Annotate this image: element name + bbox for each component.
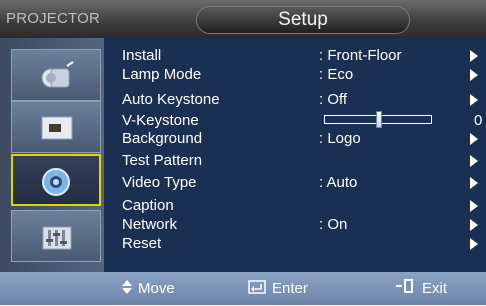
- menu-title: Setup: [278, 9, 328, 30]
- sidebar-item-screen[interactable]: [11, 101, 101, 153]
- chevron-right-icon: [470, 69, 478, 81]
- chevron-right-icon: [470, 133, 478, 145]
- menu-list: Install : Front-Floor Lamp Mode : Eco Au…: [104, 38, 486, 272]
- enter-label: Enter: [272, 280, 308, 297]
- exit-label: Exit: [422, 280, 448, 297]
- menu-item-label: Caption: [122, 197, 174, 214]
- sidebar-item-setup[interactable]: [11, 154, 101, 206]
- osd-menu: PROJECTOR Setup Install: Front-Floor La…: [0, 0, 486, 305]
- title-pill: Setup: [196, 6, 410, 34]
- menu-item-value: : Off: [319, 91, 348, 108]
- move-label: Move: [138, 280, 175, 297]
- chevron-right-icon: [470, 238, 478, 250]
- chevron-right-icon: [470, 200, 478, 212]
- chevron-right-icon: [470, 155, 478, 167]
- sidebar: [0, 38, 104, 272]
- menu-item-v-keystone[interactable]: V-Keystone 0: [104, 111, 486, 131]
- menu-item-caption[interactable]: Caption: [104, 196, 486, 216]
- sidebar-item-sound[interactable]: [11, 210, 101, 262]
- menu-item-label: Test Pattern: [122, 152, 203, 169]
- menu-item-background[interactable]: Background : Logo: [104, 129, 486, 149]
- menu-item-label: Lamp Mode: [122, 66, 202, 83]
- slider-value: 0: [474, 112, 483, 129]
- updown-arrows-icon: [122, 273, 132, 306]
- menu-item-install[interactable]: Install : Front-Floor: [104, 46, 486, 66]
- equalizer-icon: [42, 226, 72, 250]
- chevron-right-icon: [470, 219, 478, 231]
- display-screen-icon: [41, 116, 73, 140]
- menu-item-value: : Eco: [319, 66, 354, 83]
- menu-item-value: : Logo: [319, 130, 361, 147]
- projector-lens-icon: [41, 61, 74, 88]
- exit-hint: Exit: [396, 272, 447, 305]
- v-keystone-slider[interactable]: [324, 111, 432, 128]
- chevron-right-icon: [470, 177, 478, 189]
- menu-item-reset[interactable]: Reset: [104, 234, 486, 254]
- menu-item-auto-keystone[interactable]: Auto Keystone : Off: [104, 90, 486, 110]
- menu-item-label: Auto Keystone: [122, 91, 220, 108]
- brand-label: PROJECTOR: [6, 10, 101, 27]
- menu-item-label: Reset: [122, 235, 162, 252]
- footer-bar: Move Enter Exit: [0, 272, 486, 305]
- menu-item-lamp-mode[interactable]: Lamp Mode : Eco: [104, 65, 486, 85]
- exit-door-icon: [396, 273, 416, 306]
- menu-item-value: : On: [319, 216, 348, 233]
- menu-item-label: Video Type: [122, 174, 197, 191]
- enter-icon: [248, 273, 266, 306]
- menu-item-network[interactable]: Network : On: [104, 215, 486, 235]
- menu-item-label: Network: [122, 216, 178, 233]
- slider-thumb[interactable]: [376, 111, 382, 128]
- menu-item-label: V-Keystone: [122, 112, 199, 129]
- move-hint: Move: [122, 272, 175, 305]
- menu-item-video-type[interactable]: Video Type : Auto: [104, 173, 486, 193]
- menu-item-label: Install: [122, 47, 162, 64]
- header-bar: PROJECTOR Setup: [0, 0, 486, 38]
- menu-item-label: Background: [122, 130, 203, 147]
- menu-item-value: : Auto: [319, 174, 358, 191]
- chevron-right-icon: [470, 50, 478, 62]
- menu-item-test-pattern[interactable]: Test Pattern: [104, 151, 486, 171]
- chevron-right-icon: [470, 94, 478, 106]
- menu-item-value: : Front-Floor: [319, 47, 402, 64]
- sidebar-item-picture[interactable]: [11, 49, 101, 101]
- gear-icon: [42, 168, 70, 196]
- enter-hint: Enter: [248, 272, 308, 305]
